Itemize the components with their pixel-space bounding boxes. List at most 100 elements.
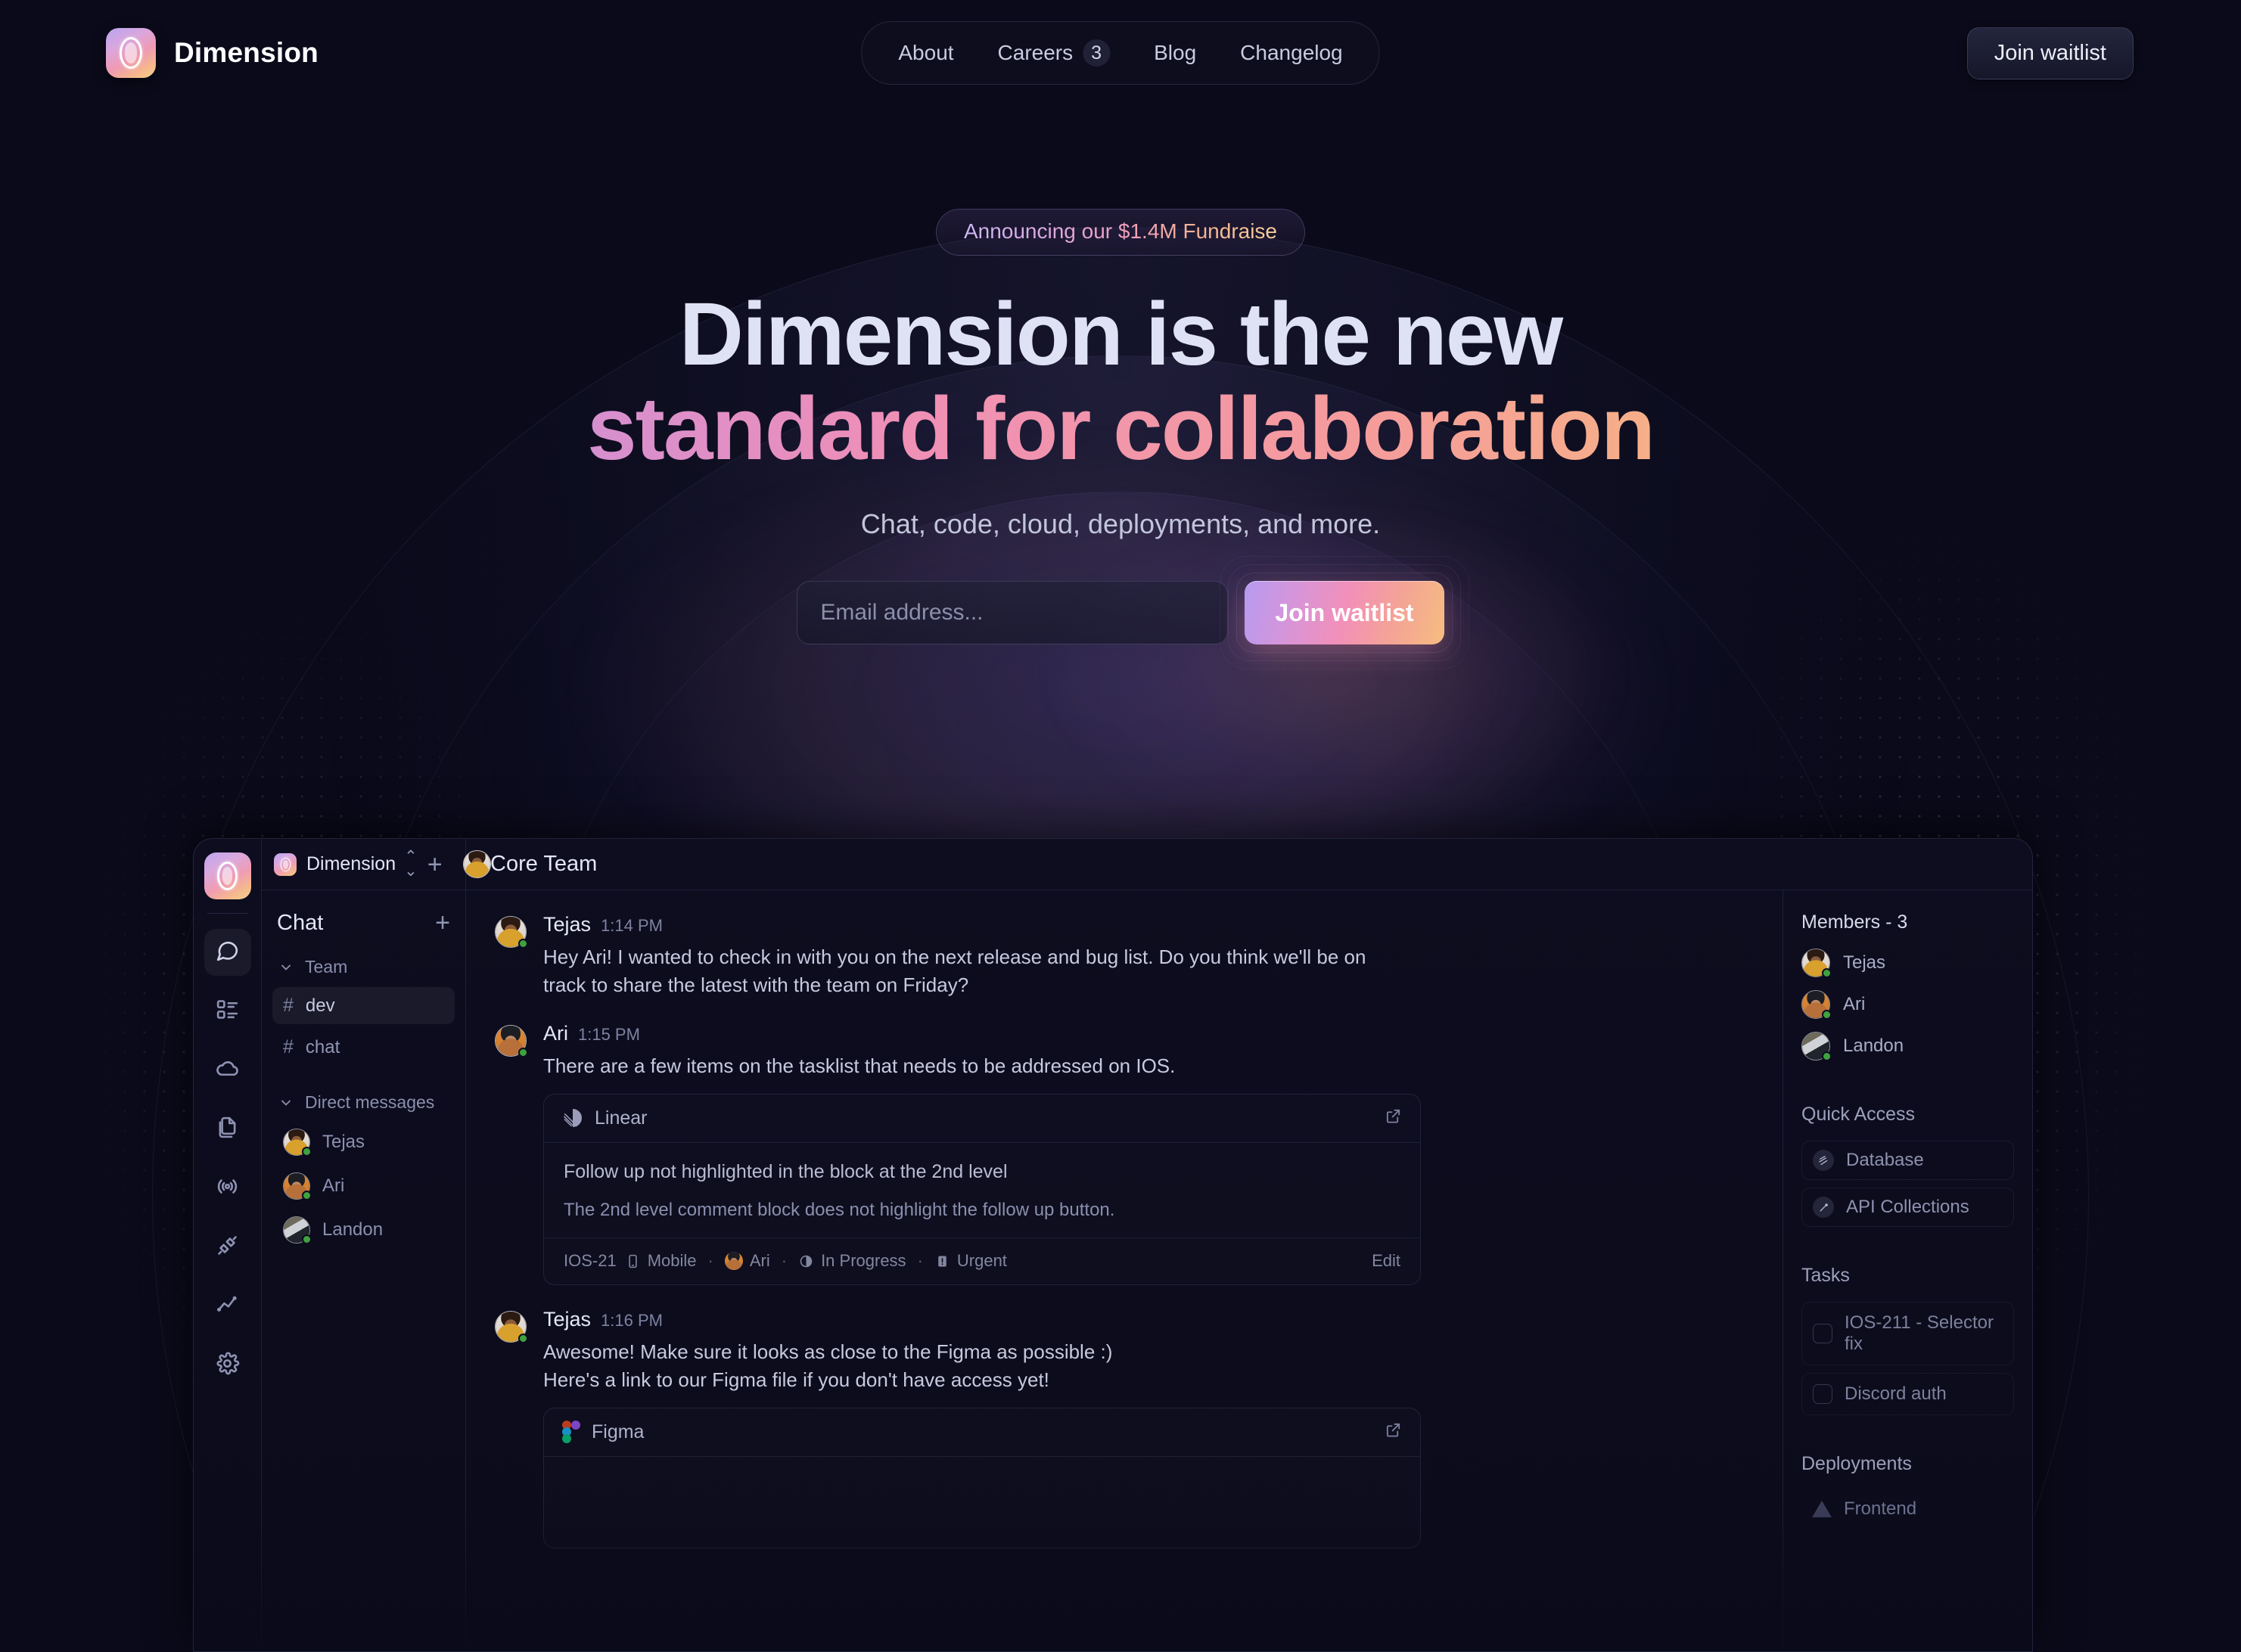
group-direct-messages[interactable]: Direct messages [262,1085,465,1120]
email-input[interactable] [797,581,1229,645]
nav-join-waitlist-button[interactable]: Join waitlist [1966,26,2134,79]
message-author: Tejas [543,1307,592,1331]
add-button[interactable]: + [427,852,443,877]
task-checkbox[interactable] [1813,1324,1832,1343]
app-main-area: Core Team Tejas 1:14 PM Hey Ari! I wante… [466,839,2032,1651]
message-text: Awesome! Make sure it looks as close to … [543,1340,1113,1363]
add-channel-button[interactable]: + [435,910,450,936]
announcement-badge[interactable]: Announcing our $1.4M Fundraise [935,209,1306,256]
group-label: Team [305,957,348,977]
rail-item-tasks[interactable] [204,988,251,1035]
avatar [1801,990,1832,1020]
headline-line-2: standard for collaboration [0,381,2241,477]
embed-header: Linear [544,1095,1420,1143]
online-status-dot [518,1047,528,1057]
hash-icon: # [283,995,294,1016]
nav-link-careers[interactable]: Careers 3 [978,30,1130,76]
dm-label: Tejas [322,1132,365,1152]
rail-item-chat[interactable] [204,929,251,976]
member-row[interactable]: Landon [1801,1032,2014,1061]
rail-item-documents[interactable] [204,1106,251,1153]
sidebar-item-dm-tejas[interactable]: Tejas [272,1123,455,1162]
rail-item-settings[interactable] [204,1342,251,1389]
cta-button-wrapper: Join waitlist [1220,556,1469,670]
hero-join-waitlist-button[interactable]: Join waitlist [1245,581,1444,645]
dm-label: Ari [322,1175,345,1196]
issue-id: IOS-21 [564,1251,617,1271]
message-item: Ari 1:15 PM There are a few items on the… [495,1022,1754,1285]
task-row[interactable]: IOS-211 - Selector fix [1801,1302,2014,1365]
task-checkbox[interactable] [1813,1384,1832,1404]
mobile-icon [629,1254,637,1268]
online-status-dot [518,1333,528,1343]
nav-link-about[interactable]: About [878,31,973,75]
issue-project[interactable]: Mobile [625,1251,697,1271]
sidebar-item-dm-landon[interactable]: Landon [272,1210,455,1250]
avatar [283,1172,312,1200]
open-external-icon[interactable] [1385,1421,1402,1442]
announcement-text: Announcing our $1.4M Fundraise [963,219,1278,243]
embed-metadata: IOS-21 Mobile · Ari · In Progress · Urge… [544,1237,1420,1284]
message-text: Here's a link to our Figma file if you d… [543,1368,1049,1391]
edit-button[interactable]: Edit [1372,1251,1400,1271]
app-icon-rail [194,839,262,1651]
online-status-dot [302,1234,312,1244]
linear-embed-card[interactable]: Linear Follow up not highlighted in the … [543,1093,1421,1285]
avatar [495,1024,528,1057]
sidebar-item-dev[interactable]: # dev [272,987,455,1024]
deployments-title: Deployments [1801,1453,1912,1474]
embed-issue-description: The 2nd level comment block does not hig… [564,1199,1115,1220]
issue-priority[interactable]: Urgent [934,1251,1007,1271]
careers-count-badge: 3 [1083,39,1111,67]
nav-link-label: About [898,41,954,64]
deployment-label: Frontend [1844,1498,1917,1519]
message-timestamp: 1:16 PM [601,1310,663,1330]
embed-issue-title: Follow up not highlighted in the block a… [564,1160,1008,1182]
tasks-list-icon [215,997,240,1026]
quick-access-item-database[interactable]: Database [1801,1141,2014,1180]
tasks-title: Tasks [1801,1265,1850,1286]
avatar [283,1129,312,1157]
open-external-icon[interactable] [1385,1107,1402,1129]
quick-access-item-api-collections[interactable]: API Collections [1801,1188,2014,1227]
channel-label: chat [305,1036,340,1057]
nav-link-label: Changelog [1240,41,1343,64]
task-row[interactable]: Discord auth [1801,1373,2014,1415]
rail-item-analytics[interactable] [204,1283,251,1330]
figma-icon [562,1421,580,1444]
member-name: Tejas [1843,952,1886,973]
message-text: Hey Ari! I wanted to check in with you o… [543,946,1366,996]
rail-item-integrations[interactable] [204,1224,251,1271]
urgent-icon [938,1256,946,1267]
avatar [495,1310,528,1343]
quick-access-label: Database [1846,1150,1924,1170]
chevron-updown-icon[interactable]: ⌃ ⌄ [404,849,418,879]
workspace-header[interactable]: Dimension ⌃ ⌄ + [262,839,491,890]
member-row[interactable]: Tejas [1801,949,2014,978]
headline-line-1: Dimension is the new [679,284,1563,384]
chevron-down-icon [281,964,291,970]
api-icon [1813,1197,1834,1218]
member-row[interactable]: Ari [1801,990,2014,1020]
quick-access-title: Quick Access [1801,1104,1916,1125]
nav-links-pill: About Careers 3 Blog Changelog [861,21,1380,85]
nav-link-label: Blog [1154,41,1197,64]
brand-logo-link[interactable]: Dimension [106,28,319,78]
issue-assignee[interactable]: Ari [724,1251,770,1271]
sidebar-item-chat[interactable]: # chat [272,1029,455,1066]
nav-link-blog[interactable]: Blog [1134,31,1216,75]
issue-status[interactable]: In Progress [798,1251,906,1271]
hero-subtitle: Chat, code, cloud, deployments, and more… [860,508,1381,540]
nav-link-changelog[interactable]: Changelog [1220,31,1362,75]
nav-link-label: Careers [997,41,1074,64]
message-timestamp: 1:15 PM [578,1024,640,1044]
group-team[interactable]: Team [262,949,465,985]
page-title: Dimension is the new standard for collab… [0,287,2241,477]
rail-item-cloud[interactable] [204,1047,251,1094]
sidebar-item-dm-ari[interactable]: Ari [272,1166,455,1206]
app-logo-icon[interactable] [204,852,251,899]
deployment-row[interactable]: Frontend [1801,1490,2014,1528]
figma-embed-card[interactable]: Figma [543,1407,1421,1548]
documents-icon [215,1115,240,1144]
rail-item-broadcast[interactable] [204,1165,251,1212]
